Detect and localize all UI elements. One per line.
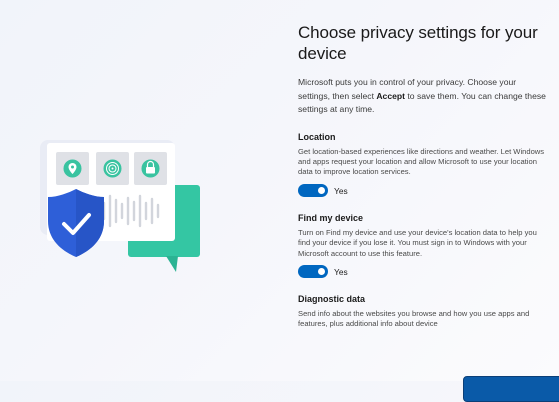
setting-find-my-device: Find my device Turn on Find my device an… — [298, 213, 548, 279]
setting-title: Find my device — [298, 212, 364, 223]
fingerprint-icon — [96, 152, 129, 185]
intro-text: Microsoft puts you in control of your pr… — [298, 76, 548, 117]
setting-description: Send info about the websites you browse … — [298, 308, 530, 329]
find-my-device-toggle[interactable] — [298, 265, 328, 279]
setting-location: Location Get location-based experiences … — [298, 132, 548, 198]
setting-title: Diagnostic data — [298, 293, 366, 304]
location-pin-icon — [56, 152, 89, 185]
find-my-device-toggle-row: Yes — [298, 265, 548, 279]
accept-button[interactable] — [463, 376, 559, 402]
toggle-state-label: Yes — [334, 266, 348, 277]
setting-description: Turn on Find my device and use your devi… — [298, 227, 537, 258]
toggle-knob — [318, 268, 325, 276]
toggle-state-label: Yes — [334, 185, 348, 196]
shield-check-icon — [48, 189, 104, 257]
setting-description: Get location-based experiences like dire… — [298, 146, 545, 177]
lock-icon — [134, 152, 167, 185]
privacy-illustration — [40, 140, 200, 272]
intro-accept-emphasis: Accept — [376, 90, 405, 101]
setting-title: Location — [298, 131, 336, 142]
setting-diagnostic-data: Diagnostic data Send info about the webs… — [298, 294, 548, 330]
privacy-settings-panel: Choose privacy settings for your device … — [298, 22, 548, 330]
page-title: Choose privacy settings for your device — [298, 23, 538, 63]
toggle-knob — [318, 187, 325, 195]
location-toggle[interactable] — [298, 184, 328, 198]
location-toggle-row: Yes — [298, 184, 548, 198]
